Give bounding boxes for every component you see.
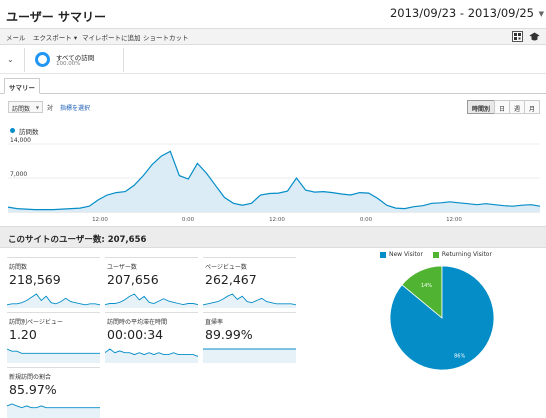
kpi-label: ユーザー数: [107, 264, 137, 271]
header: ユーザー サマリー 2013/09/23 - 2013/09/25 ▼: [0, 0, 546, 30]
pie-legend-item[interactable]: New Visitor: [380, 251, 423, 258]
section-title: このサイトのユーザー数: 207,656: [8, 235, 147, 245]
pie-legend-label: Returning Visitor: [441, 251, 492, 258]
chevron-down-icon[interactable]: ⌄: [7, 55, 14, 64]
y-tick-label: 14,000: [10, 137, 31, 144]
legend-swatch: [380, 251, 386, 258]
shortcut-button[interactable]: ショートカット: [143, 32, 189, 42]
sparkline: [203, 293, 296, 308]
kpi-value: 89.99%: [205, 327, 253, 342]
pie-legend-item[interactable]: Returning Visitor: [432, 251, 492, 258]
granularity-toggle: 時間別 日 週 月: [466, 100, 540, 114]
legend-swatch: [10, 128, 15, 133]
sparkline-area: [203, 294, 296, 308]
kpi-label: 訪問時の平均滞在時間: [107, 319, 168, 326]
visitor-type-pie: 14% 86%: [389, 265, 495, 371]
metric-dropdown[interactable]: 訪問数 ▼: [8, 101, 43, 113]
kpi-label: 新規訪問の割合: [9, 374, 52, 381]
sparkline: [203, 348, 296, 363]
metric-dropdown-label: 訪問数: [12, 106, 31, 113]
y-tick-label: 7,000: [10, 171, 27, 178]
sparkline-area: [105, 294, 198, 308]
sparkline-area: [7, 404, 100, 418]
qr-icon[interactable]: [512, 31, 523, 42]
x-tick-label: 0:00: [360, 217, 373, 223]
toolbar: メール エクスポート ▾ マイレポートに追加 ショートカット: [0, 28, 546, 45]
visits-chart: 14,000 7,000 12:00 0:00 12:00 0:00 12:00: [7, 137, 541, 223]
legend-swatch: [432, 251, 439, 258]
kpi-pages-per-visit[interactable]: 訪問別ページビュー 1.20: [7, 312, 100, 364]
segment-ring-icon: [35, 52, 50, 67]
kpi-new-visits[interactable]: 新規訪問の割合 85.97%: [7, 367, 100, 418]
kpi-label: 直帰率: [205, 319, 224, 326]
kpi-value: 00:00:34: [107, 327, 164, 342]
granularity-hourly-button[interactable]: 時間別: [466, 100, 495, 114]
pie-legend-label: New Visitor: [389, 251, 423, 258]
granularity-month-button[interactable]: 月: [523, 100, 540, 114]
sparkline: [7, 403, 100, 418]
sparkline: [105, 293, 198, 308]
pie-slice-label: 14%: [421, 283, 432, 289]
page-title: ユーザー サマリー: [6, 10, 106, 24]
sparkline-line: [7, 403, 100, 409]
kpi-value: 207,656: [107, 272, 159, 287]
email-button[interactable]: メール: [6, 32, 26, 42]
tab-bar: サマリー: [0, 78, 546, 94]
kpi-value: 218,569: [9, 272, 61, 287]
divider: [123, 48, 124, 72]
granularity-week-button[interactable]: 週: [508, 100, 525, 114]
sparkline-area: [203, 349, 296, 363]
add-to-dashboard-button[interactable]: マイレポートに追加: [82, 32, 141, 42]
kpi-visits[interactable]: 訪問数 218,569: [7, 257, 100, 309]
sparkline-line: [7, 293, 100, 306]
kpi-avg-duration[interactable]: 訪問時の平均滞在時間 00:00:34: [105, 312, 198, 364]
x-tick-label: 12:00: [446, 217, 462, 223]
graduation-cap-icon[interactable]: [529, 31, 540, 42]
sparkline-area: [7, 294, 100, 308]
granularity-day-button[interactable]: 日: [493, 100, 510, 114]
vs-label: 対: [47, 105, 54, 112]
sparkline-line: [7, 348, 100, 354]
x-tick-label: 0:00: [182, 217, 195, 223]
date-range-picker[interactable]: 2013/09/23 - 2013/09/25: [390, 6, 534, 20]
kpi-value: 85.97%: [9, 382, 57, 397]
kpi-value: 262,467: [205, 272, 257, 287]
divider: [24, 48, 25, 72]
chevron-down-icon: ▼: [35, 105, 39, 110]
sparkline: [7, 293, 100, 308]
x-tick-label: 12:00: [269, 217, 285, 223]
kpi-label: 訪問数: [9, 264, 28, 271]
pie-legend: New Visitor Returning Visitor: [380, 251, 492, 258]
chevron-down-icon[interactable]: ▼: [539, 10, 544, 18]
kpi-label: 訪問別ページビュー: [9, 319, 63, 326]
sparkline: [7, 348, 100, 363]
segment-bar: ⌄ すべての訪問 100.00%: [0, 46, 546, 74]
sparkline: [105, 348, 198, 363]
sparkline-area: [7, 349, 100, 363]
kpi-users[interactable]: ユーザー数 207,656: [105, 257, 198, 309]
kpi-bounce-rate[interactable]: 直帰率 89.99%: [203, 312, 296, 364]
chart-legend-label: 訪問数: [19, 128, 39, 136]
section-header: このサイトのユーザー数: 207,656: [0, 226, 546, 248]
export-button[interactable]: エクスポート ▾: [33, 32, 77, 42]
kpi-label: ページビュー数: [205, 264, 247, 271]
select-metric-link[interactable]: 指標を選択: [60, 103, 90, 112]
tab-summary[interactable]: サマリー: [4, 78, 40, 94]
x-tick-label: 12:00: [92, 217, 108, 223]
segment-percent: 100.00%: [56, 61, 81, 67]
kpi-pageviews[interactable]: ページビュー数 262,467: [203, 257, 296, 309]
kpi-value: 1.20: [9, 327, 37, 342]
pie-slice-label: 86%: [454, 354, 465, 360]
